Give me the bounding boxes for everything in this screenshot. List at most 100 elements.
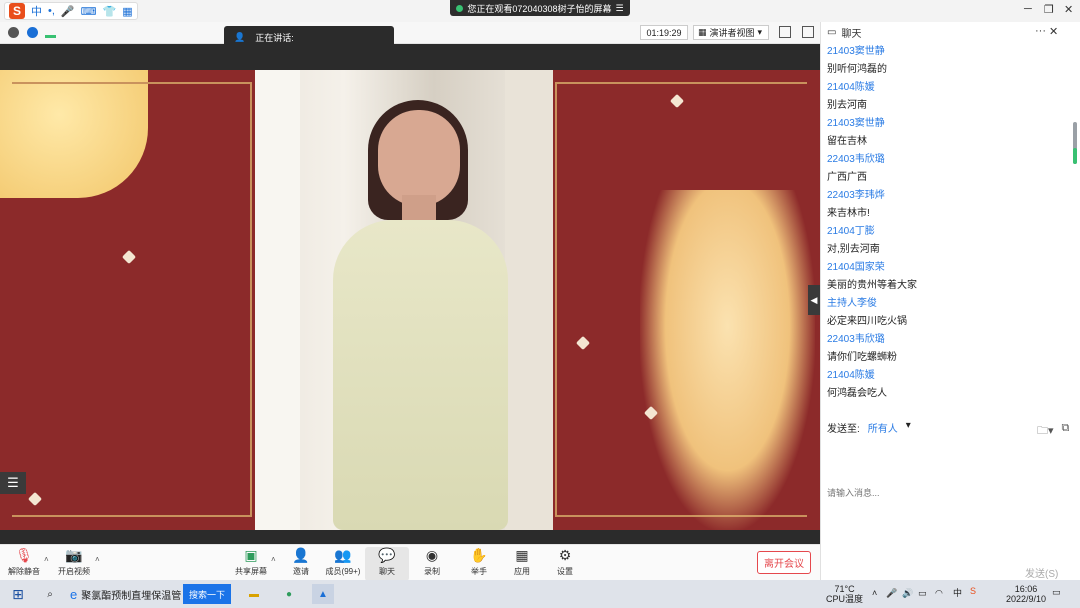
share-options-chevron-icon[interactable]: ˄ — [271, 555, 276, 564]
cpu-temperature: 71°C CPU温度 — [826, 584, 863, 604]
speaker-avatar-icon: 👤 — [234, 31, 246, 42]
toolbox-icon[interactable]: ▦ — [122, 5, 132, 18]
close-icon[interactable]: ✕ — [1064, 3, 1073, 16]
send-button[interactable]: 发送(S) — [1025, 565, 1058, 580]
chat-message-sender: 21403窦世静 — [827, 117, 885, 129]
title-bar: S 中 •, 🎤 ⌨ 👕 ▦ 您正在观看072040308树子怡的屏幕 ☰ ─ … — [0, 0, 1080, 22]
ime-toolbar[interactable]: S 中 •, 🎤 ⌨ 👕 ▦ — [4, 2, 138, 20]
search-go-button[interactable]: 搜索一下 — [183, 584, 232, 604]
share-status-icon — [456, 4, 464, 12]
decorative-frame-left — [12, 82, 252, 517]
share-menu-icon[interactable]: ☰ — [615, 3, 623, 14]
chevron-down-icon: ▾ — [757, 27, 763, 37]
chat-header: ▭ 聊天 ··· ✕ — [821, 22, 1080, 42]
search-icon[interactable]: ⌕ — [42, 584, 58, 604]
share-screen-icon: ▣ — [244, 547, 258, 563]
tencent-meeting-icon[interactable]: ▲ — [312, 584, 334, 604]
share-screen-button[interactable]: ▣ 共享屏幕 — [229, 547, 273, 581]
sogou-ime-icon[interactable]: S — [9, 3, 25, 19]
microphone-tray-icon[interactable]: 🎤 — [886, 588, 897, 598]
start-video-button[interactable]: 📷 开启视频 — [52, 547, 96, 581]
show-hidden-icons-chevron-icon[interactable]: ˄ — [872, 588, 877, 598]
record-button[interactable]: ◉ 录制 — [410, 547, 454, 581]
more-options-icon[interactable]: ··· — [1035, 25, 1046, 37]
chat-message-sender: 21404国家荣 — [827, 261, 885, 273]
screen-share-banner[interactable]: 您正在观看072040308树子怡的屏幕 ☰ — [450, 0, 630, 16]
keyboard-icon[interactable]: ⌨ — [81, 5, 97, 18]
taskbar: ⊞ ⌕ e 聚氯酯预制直埋保温管 搜索一下 ▬ ● ▲ 71°C CPU温度 ˄… — [0, 580, 1080, 608]
chat-message-text: 来吉林市! — [827, 207, 870, 219]
chat-message-sender: 21404陈媛 — [827, 369, 875, 381]
audio-options-chevron-icon[interactable]: ˄ — [44, 555, 49, 564]
fullscreen-icon[interactable] — [779, 26, 791, 38]
minimize-icon[interactable]: ─ — [1024, 3, 1032, 15]
gear-icon: ⚙ — [558, 547, 572, 563]
chat-message-text: 美丽的贵州等着大家 — [827, 279, 917, 291]
meeting-timer: 01:19:29 — [640, 25, 688, 40]
muted-microphone-icon: 🎙 — [15, 547, 33, 563]
cpu-temp-label: CPU温度 — [826, 594, 864, 604]
file-explorer-icon[interactable]: ▬ — [246, 584, 262, 604]
ime-tray-icon[interactable]: 中 — [953, 588, 962, 598]
windows-start-icon[interactable]: ⊞ — [10, 584, 26, 604]
system-clock[interactable]: 16:06 2022/9/10 — [1006, 584, 1046, 604]
chat-message-sender: 22403韦欣璐 — [827, 333, 885, 345]
chat-message-sender: 22403李玮烨 — [827, 189, 885, 201]
invite-button[interactable]: 👤 邀请 — [279, 547, 323, 581]
wifi-icon[interactable]: ◠ — [935, 588, 943, 598]
menu-icon[interactable]: ☰ — [0, 472, 26, 494]
restore-icon[interactable]: ❐ — [1044, 3, 1054, 16]
punctuation-icon[interactable]: •, — [48, 5, 55, 17]
send-to-selector[interactable]: 发送至: 所有人 ▾ — [827, 420, 911, 435]
raise-hand-button[interactable]: ✋ 举手 — [457, 547, 501, 581]
speaker-face — [378, 110, 460, 206]
chat-message-text: 何鸿磊会吃人 — [827, 387, 887, 399]
invite-icon: 👤 — [292, 547, 310, 563]
speaker-icon[interactable]: 🔊 — [902, 588, 913, 598]
chat-message-text: 别听何鸿磊的 — [827, 63, 887, 75]
video-options-chevron-icon[interactable]: ˄ — [95, 555, 100, 564]
wechat-icon[interactable]: ● — [281, 584, 297, 604]
browser-taskbar-item[interactable]: e 聚氯酯预制直埋保温管 — [70, 584, 181, 604]
chat-icon: 💬 — [378, 547, 396, 563]
notification-icon[interactable]: ▭ — [1052, 587, 1061, 597]
hand-icon: ✋ — [470, 547, 488, 563]
sogou-tray-icon[interactable]: S — [970, 586, 976, 596]
chat-message-sender: 主持人李俊 — [827, 297, 877, 309]
send-to-label: 发送至: — [827, 424, 860, 435]
members-button[interactable]: 👥 成员(99+) — [321, 547, 365, 581]
apps-button[interactable]: ▦ 应用 — [500, 547, 544, 581]
close-chat-icon[interactable]: ✕ — [1049, 25, 1058, 38]
shared-video — [0, 70, 820, 530]
browser-icon: e — [70, 586, 78, 602]
chat-message-text: 必定来四川吃火锅 — [827, 315, 907, 327]
apps-grid-icon: ▦ — [515, 547, 529, 563]
chat-input[interactable] — [827, 438, 1071, 548]
ime-mode[interactable]: 中 — [31, 3, 42, 19]
chat-button[interactable]: 💬 聊天 — [365, 547, 409, 581]
info-icon[interactable] — [8, 27, 19, 38]
microphone-icon[interactable]: 🎤 — [61, 5, 75, 18]
chevron-down-icon: ▾ — [905, 420, 911, 431]
view-mode-icon: ▦ — [698, 27, 707, 37]
video-off-icon: 📷 — [65, 547, 83, 563]
send-to-value[interactable]: 所有人 — [868, 420, 898, 435]
unmute-button[interactable]: 🎙 解除静音 — [2, 547, 46, 581]
leave-meeting-button[interactable]: 离开会议 — [757, 551, 811, 574]
skin-icon[interactable]: 👕 — [103, 5, 117, 18]
view-mode-dropdown[interactable]: ▦ 演讲者视图 ▾ — [693, 25, 769, 40]
share-banner-text: 您正在观看072040308树子怡的屏幕 — [467, 3, 612, 14]
fairy-illustration — [640, 190, 815, 530]
settings-button[interactable]: ⚙ 设置 — [543, 547, 587, 581]
curtain-right — [505, 70, 553, 530]
collapse-chat-icon[interactable]: ◀ — [808, 285, 820, 315]
browser-tab-title: 聚氯酯预制直埋保温管 — [81, 590, 182, 602]
view-mode-label: 演讲者视图 — [709, 28, 755, 38]
meeting-toolbar: 🎙 解除静音 ˄ 📷 开启视频 ˄ ▣ 共享屏幕 ˄ 👤 邀请 👥 成员(99+… — [0, 544, 820, 581]
battery-icon[interactable]: ▭ — [918, 588, 927, 598]
speaking-label: 正在讲话: — [255, 32, 294, 43]
security-shield-icon[interactable] — [27, 27, 38, 38]
sidebar-toggle-icon[interactable] — [802, 26, 814, 38]
signal-icon[interactable] — [45, 27, 56, 38]
clock-date: 2022/9/10 — [1006, 594, 1047, 604]
